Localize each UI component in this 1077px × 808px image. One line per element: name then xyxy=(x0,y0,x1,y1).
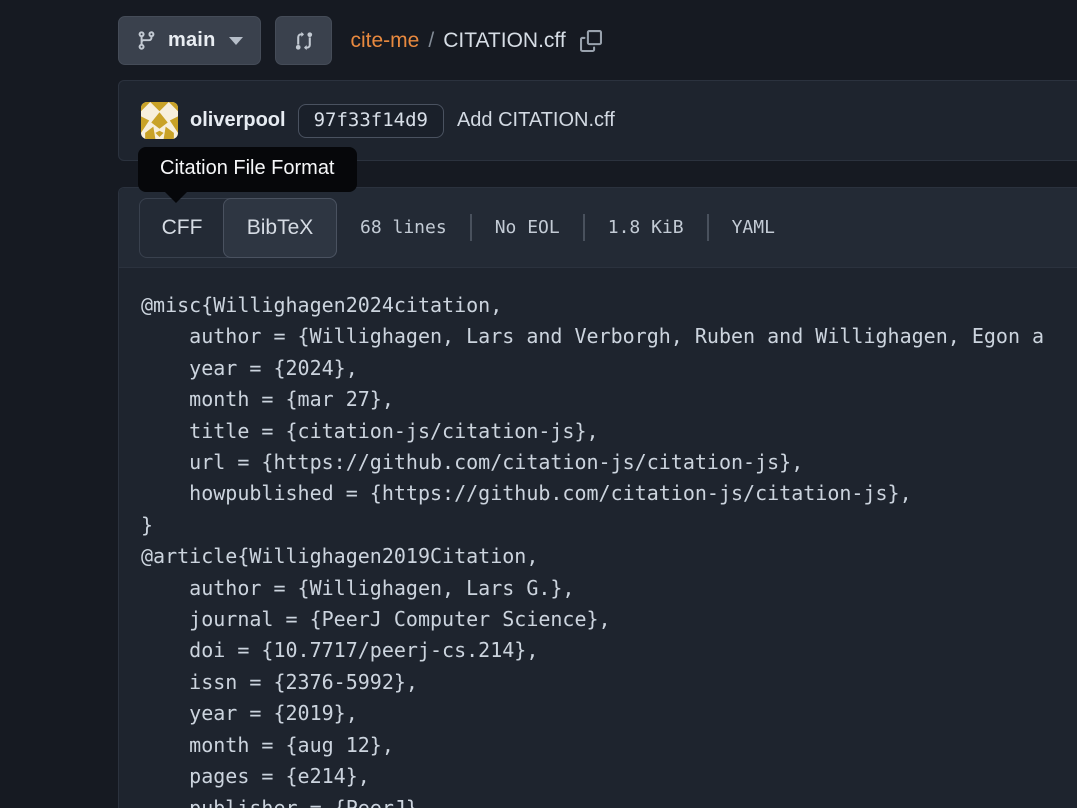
breadcrumb-separator: / xyxy=(428,29,434,53)
code-line: journal = {PeerJ Computer Science}, xyxy=(141,604,1077,635)
commit-hash-link[interactable]: 97f33f14d9 xyxy=(298,104,444,138)
breadcrumb-repo-link[interactable]: cite-me xyxy=(350,29,419,53)
code-line: url = {https://github.com/citation-js/ci… xyxy=(141,447,1077,478)
copy-path-button[interactable] xyxy=(580,30,602,52)
code-line: author = {Willighagen, Lars G.}, xyxy=(141,573,1077,604)
breadcrumb: cite-me / CITATION.cff xyxy=(350,29,601,53)
file-view-box: CFF BibTeX 68 lines No EOL 1.8 KiB YAML … xyxy=(118,187,1077,808)
tooltip-text: Citation File Format xyxy=(160,157,335,179)
file-meta: 68 lines No EOL 1.8 KiB YAML xyxy=(360,214,775,241)
compare-branches-button[interactable] xyxy=(275,16,332,65)
code-line: publisher = {PeerJ}, xyxy=(141,793,1077,808)
file-meta-item: 68 lines xyxy=(360,214,447,241)
code-view: @misc{Willighagen2024citation, author = … xyxy=(119,268,1077,808)
file-meta-item: YAML xyxy=(707,214,775,241)
git-branch-icon xyxy=(136,30,157,51)
code-line: doi = {10.7717/peerj-cs.214}, xyxy=(141,635,1077,666)
code-line: @misc{Willighagen2024citation, xyxy=(141,290,1077,321)
file-meta-item: 1.8 KiB xyxy=(583,214,684,241)
file-meta-item: No EOL xyxy=(470,214,560,241)
code-line: @article{Willighagen2019Citation, xyxy=(141,541,1077,572)
avatar[interactable] xyxy=(141,102,178,139)
code-line: pages = {e214}, xyxy=(141,761,1077,792)
branch-name: main xyxy=(168,29,215,52)
breadcrumb-file-name: CITATION.cff xyxy=(443,29,566,53)
code-line: year = {2024}, xyxy=(141,353,1077,384)
render-mode-switch: CFF BibTeX xyxy=(139,198,337,258)
code-line: month = {mar 27}, xyxy=(141,384,1077,415)
code-line: year = {2019}, xyxy=(141,698,1077,729)
code-line: } xyxy=(141,510,1077,541)
code-line: month = {aug 12}, xyxy=(141,730,1077,761)
git-compare-icon xyxy=(293,30,315,52)
branch-selector-button[interactable]: main xyxy=(118,16,261,65)
tab-bibtex[interactable]: BibTeX xyxy=(223,198,337,258)
file-toolbar: main cite-me / CITATION.cff xyxy=(118,16,1077,65)
code-line: author = {Willighagen, Lars and Verborgh… xyxy=(141,321,1077,352)
copy-icon xyxy=(580,30,602,52)
chevron-down-icon xyxy=(229,37,243,45)
code-line: howpublished = {https://github.com/citat… xyxy=(141,478,1077,509)
commit-message: Add CITATION.cff xyxy=(457,109,615,132)
commit-author-link[interactable]: oliverpool xyxy=(190,109,286,132)
tab-cff[interactable]: CFF xyxy=(140,199,224,257)
code-line: title = {citation-js/citation-js}, xyxy=(141,416,1077,447)
file-header: CFF BibTeX 68 lines No EOL 1.8 KiB YAML xyxy=(119,188,1077,268)
code-line: issn = {2376-5992}, xyxy=(141,667,1077,698)
tooltip: Citation File Format xyxy=(138,147,357,192)
